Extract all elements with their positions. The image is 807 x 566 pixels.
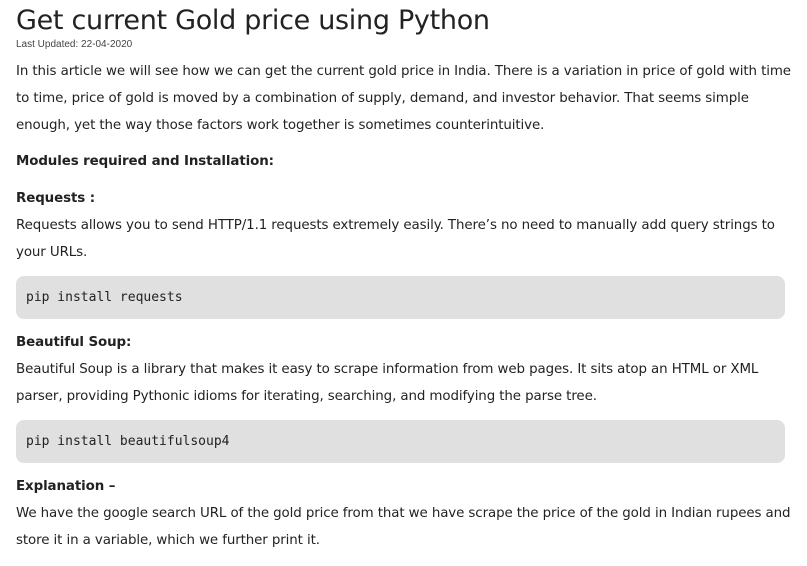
last-updated-date: Last Updated: 22-04-2020: [16, 39, 133, 50]
requests-install-code-block[interactable]: pip install requests: [16, 276, 785, 319]
beautiful-soup-description: Beautiful Soup is a library that makes i…: [16, 362, 759, 404]
page-title: Get current Gold price using Python: [16, 5, 490, 36]
requests-heading: Requests :: [16, 191, 95, 206]
article: Get current Gold price using Python Last…: [16, 4, 791, 554]
beautifulsoup-install-code-block[interactable]: pip install beautifulsoup4: [16, 420, 785, 463]
intro-paragraph: In this article we will see how we can g…: [16, 64, 791, 133]
explanation-text: We have the google search URL of the gol…: [16, 506, 791, 548]
requests-description: Requests allows you to send HTTP/1.1 req…: [16, 218, 775, 260]
requests-install-command[interactable]: pip install requests: [26, 290, 183, 305]
beautifulsoup-install-command[interactable]: pip install beautifulsoup4: [26, 434, 230, 449]
modules-heading: Modules required and Installation:: [16, 154, 274, 169]
explanation-heading: Explanation –: [16, 479, 116, 494]
beautiful-soup-heading: Beautiful Soup:: [16, 335, 132, 350]
